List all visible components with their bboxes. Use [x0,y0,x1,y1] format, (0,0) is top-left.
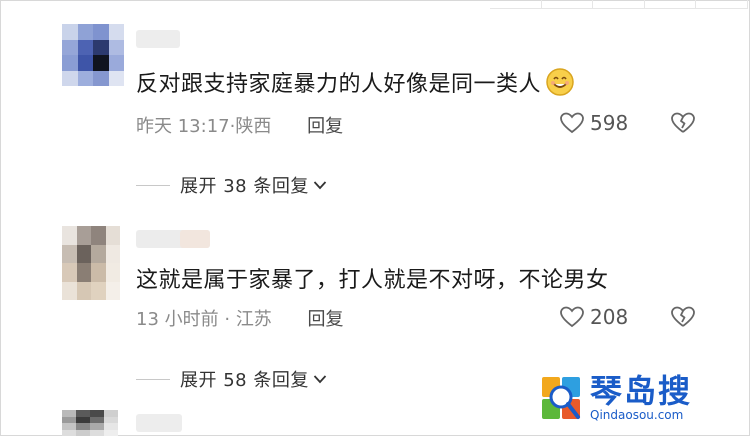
comment-text: 反对跟支持家庭暴力的人好像是同一类人 [136,66,575,98]
top-divider [490,0,748,9]
location: 陕西 [235,116,272,137]
like-button[interactable]: 208 [560,305,628,329]
username-blurred[interactable] [136,30,180,48]
avatar[interactable] [62,410,118,436]
comment-meta: 昨天 13:17·陕西 回复 [136,116,344,137]
like-count: 208 [590,305,629,329]
divider-dash [136,184,170,186]
smile-emoji-icon [546,68,574,96]
username-blurred [136,414,182,432]
broken-heart-icon[interactable] [670,305,696,329]
comment-meta: 13 小时前 · 江苏 回复 [136,309,344,330]
chevron-down-icon [313,375,327,384]
chevron-down-icon [313,181,327,190]
watermark-title: 琴岛搜 [590,372,693,410]
expand-replies-button[interactable]: 展开 58 条回复 [136,366,327,392]
location: 江苏 [235,309,272,330]
timestamp: 13 小时前 [136,309,219,330]
avatar[interactable] [62,24,124,86]
expand-replies-button[interactable]: 展开 38 条回复 [136,172,327,198]
timestamp: 昨天 13:17 [136,116,230,137]
broken-heart-icon[interactable] [670,111,696,135]
divider-dash [136,378,170,380]
like-count: 598 [590,111,629,135]
qindaosou-logo-icon [542,377,580,419]
reply-button[interactable]: 回复 [308,309,344,330]
site-watermark: 琴岛搜 Qindaosou.com [540,373,692,423]
heart-outline-icon [560,112,584,134]
username-blurred-part [180,230,210,248]
reply-button[interactable]: 回复 [307,116,343,137]
watermark-url: Qindaosou.com [590,408,684,422]
like-button[interactable]: 598 [560,111,628,135]
avatar[interactable] [62,226,120,300]
heart-outline-icon [560,306,584,328]
comment-text: 这就是属于家暴了，打人就是不对呀，不论男女 [136,268,609,293]
